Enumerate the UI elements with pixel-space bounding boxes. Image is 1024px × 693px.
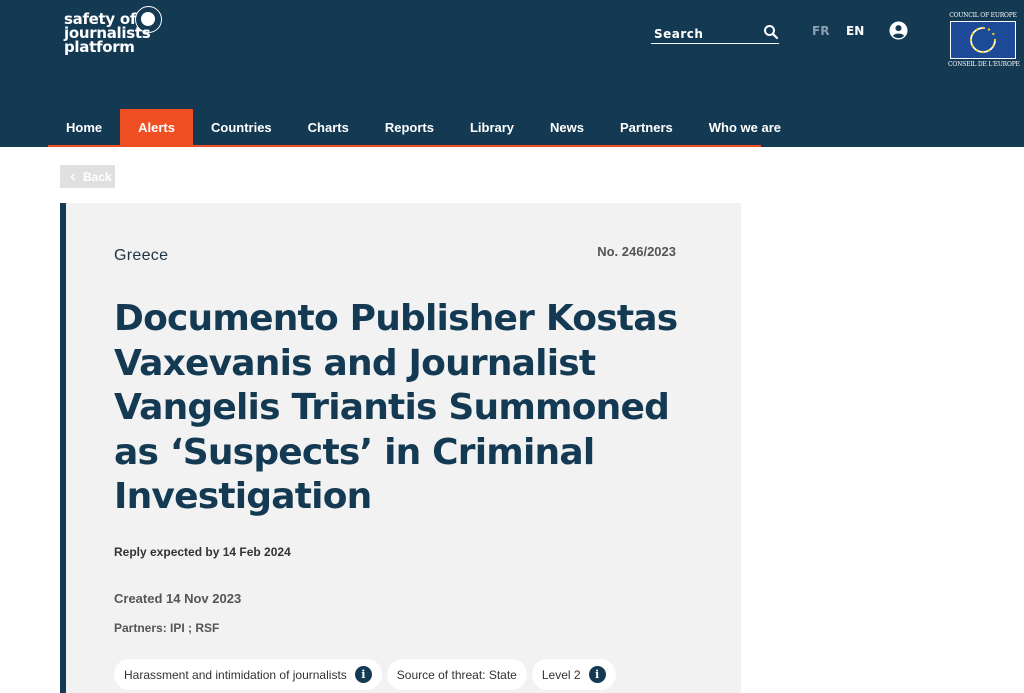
search-label: Search xyxy=(654,27,704,41)
tag-level[interactable]: Level 2 i xyxy=(531,659,616,690)
user-icon[interactable] xyxy=(889,21,908,40)
alert-country[interactable]: Greece xyxy=(114,247,168,265)
created-date: Created 14 Nov 2023 xyxy=(114,591,242,606)
tag-label: Harassment and intimidation of journalis… xyxy=(124,667,347,682)
nav-item-who-we-are[interactable]: Who we are xyxy=(691,109,799,145)
nav-item-news[interactable]: News xyxy=(532,109,602,145)
back-label: Back xyxy=(83,169,112,184)
tag-label: Level 2 xyxy=(541,667,581,682)
coe-bottom-text: CONSEIL DE L'EUROPE xyxy=(948,61,1020,68)
reply-expected: Reply expected by 14 Feb 2024 xyxy=(114,545,291,559)
search-icon[interactable] xyxy=(763,24,779,40)
tag-harassment[interactable]: Harassment and intimidation of journalis… xyxy=(114,659,382,690)
coe-flag-icon xyxy=(950,21,1016,59)
language-fr-link[interactable]: FR xyxy=(812,24,829,38)
logo-globe-icon xyxy=(135,6,162,33)
info-icon[interactable]: i xyxy=(354,666,372,683)
info-icon[interactable]: i xyxy=(588,666,606,683)
logo-line-3: platform xyxy=(64,38,135,56)
nav-item-partners[interactable]: Partners xyxy=(602,109,691,145)
nav-item-library[interactable]: Library xyxy=(452,109,532,145)
alert-tags: Harassment and intimidation of journalis… xyxy=(114,659,616,690)
search-field[interactable]: Search xyxy=(651,24,779,44)
nav-item-home[interactable]: Home xyxy=(48,109,120,145)
back-button[interactable]: Back xyxy=(60,165,115,188)
site-logo[interactable]: safety of journalists platform xyxy=(64,6,174,56)
chevron-left-icon xyxy=(70,172,76,181)
nav-item-countries[interactable]: Countries xyxy=(193,109,290,145)
tag-source-of-threat[interactable]: Source of threat: State xyxy=(386,659,527,690)
language-en-link[interactable]: EN xyxy=(846,24,864,38)
nav-item-alerts[interactable]: Alerts xyxy=(120,109,193,145)
council-of-europe-logo[interactable]: COUNCIL OF EUROPE CONSEIL DE L'EUROPE xyxy=(948,12,1020,68)
nav-item-charts[interactable]: Charts xyxy=(290,109,367,145)
tag-label: Source of threat: State xyxy=(396,667,517,682)
nav-underline xyxy=(48,145,761,147)
main-nav: Home Alerts Countries Charts Reports Lib… xyxy=(48,109,799,147)
partners-list: Partners: IPI ; RSF xyxy=(114,621,220,635)
site-header: safety of journalists platform Search FR… xyxy=(0,0,1024,147)
nav-item-reports[interactable]: Reports xyxy=(367,109,452,145)
alert-number: No. 246/2023 xyxy=(597,244,676,259)
alert-title: Documento Publisher Kostas Vaxevanis and… xyxy=(114,298,678,517)
alert-card: Greece No. 246/2023 Documento Publisher … xyxy=(60,203,741,693)
coe-top-text: COUNCIL OF EUROPE xyxy=(949,12,1017,19)
